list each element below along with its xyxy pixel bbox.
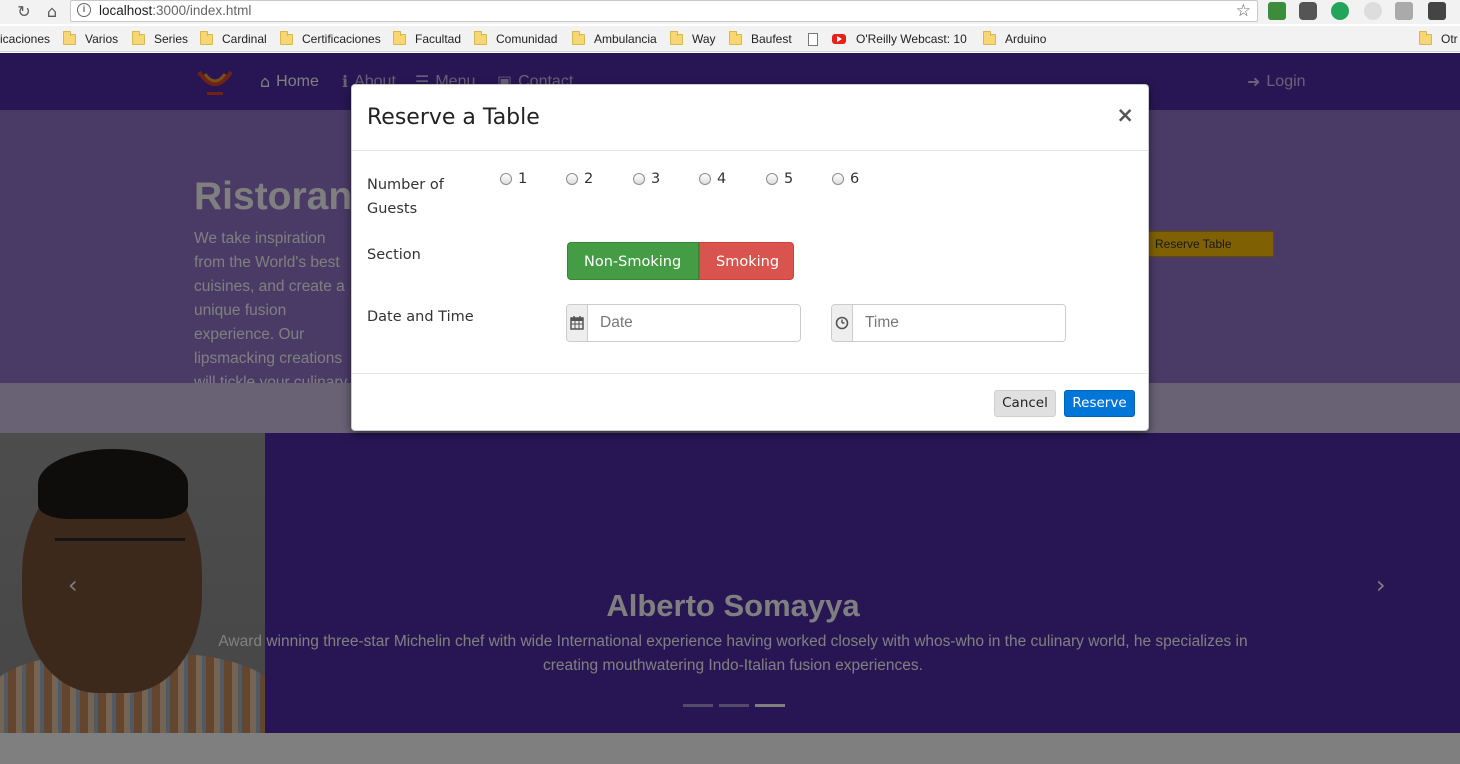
url-host: localhost xyxy=(99,3,153,18)
bookmark-item[interactable]: Otr xyxy=(1419,30,1458,47)
bookmark-label: Facultad xyxy=(415,32,462,46)
browser-toolbar: ↻ ⌂ i localhost:3000/index.html ☆ xyxy=(0,0,1460,24)
bookmark-label: icaciones xyxy=(0,32,51,46)
bookmark-item[interactable]: Facultad xyxy=(393,30,462,47)
reserve-button[interactable]: Reserve xyxy=(1064,390,1135,417)
guest-radio-4[interactable]: 4 xyxy=(699,171,726,187)
guest-radio-3[interactable]: 3 xyxy=(633,171,660,187)
bookmark-item[interactable]: Comunidad xyxy=(474,30,558,47)
calendar-icon xyxy=(567,305,588,341)
folder-icon xyxy=(1419,30,1432,45)
cancel-button[interactable]: Cancel xyxy=(994,390,1056,417)
radio-icon xyxy=(500,173,512,185)
time-input[interactable] xyxy=(853,305,1065,341)
folder-icon xyxy=(729,30,742,45)
guest-radio-2[interactable]: 2 xyxy=(566,171,593,187)
folder-icon xyxy=(280,30,293,45)
radio-label: 1 xyxy=(518,171,528,187)
bookmark-label: Arduino xyxy=(1005,32,1047,46)
guest-radio-1[interactable]: 1 xyxy=(500,171,527,187)
extension-pocket-icon[interactable] xyxy=(1299,2,1317,20)
address-url[interactable]: localhost:3000/index.html xyxy=(99,3,251,18)
extension-dropbox-icon[interactable] xyxy=(1395,2,1413,20)
folder-icon xyxy=(572,30,585,45)
reserve-table-modal: Reserve a Table × Number of Guests 1 2 3… xyxy=(351,84,1149,431)
bookmark-label: Series xyxy=(154,32,189,46)
extension-gray-icon[interactable] xyxy=(1364,2,1382,20)
bookmark-item[interactable]: icaciones xyxy=(0,31,50,47)
radio-label: 5 xyxy=(784,171,794,187)
section-label: Section xyxy=(367,247,421,263)
bookmark-label: Ambulancia xyxy=(594,32,657,46)
reload-icon[interactable]: ↻ xyxy=(14,1,34,21)
close-icon[interactable]: × xyxy=(1116,103,1134,127)
radio-icon xyxy=(832,173,844,185)
folder-icon xyxy=(200,30,213,45)
bookmarks-bar: icaciones Varios Series Cardinal Certifi… xyxy=(0,26,1460,52)
bookmark-label: Baufest xyxy=(751,32,792,46)
bookmark-label: Way xyxy=(692,32,716,46)
guests-label: Number of Guests xyxy=(367,177,444,217)
smoking-button[interactable]: Smoking xyxy=(699,242,794,280)
radio-icon xyxy=(766,173,778,185)
bookmark-item[interactable]: Ambulancia xyxy=(572,30,657,47)
extension-keep-icon[interactable] xyxy=(1428,2,1446,20)
bookmark-item[interactable]: Cardinal xyxy=(200,30,267,47)
radio-label: 4 xyxy=(717,171,727,187)
folder-icon xyxy=(983,30,996,45)
radio-icon xyxy=(633,173,645,185)
bookmark-item[interactable]: Baufest xyxy=(729,30,792,47)
guest-radio-6[interactable]: 6 xyxy=(832,171,859,187)
folder-icon xyxy=(393,30,406,45)
radio-label: 3 xyxy=(651,171,661,187)
bookmark-item[interactable]: Series xyxy=(132,30,189,47)
modal-footer: Cancel Reserve xyxy=(352,373,1148,430)
folder-icon xyxy=(670,30,683,45)
date-input[interactable] xyxy=(588,305,800,341)
modal-header: Reserve a Table × xyxy=(352,85,1148,151)
extension-green-circle-icon[interactable] xyxy=(1331,2,1349,20)
radio-label: 6 xyxy=(850,171,860,187)
info-icon[interactable]: i xyxy=(77,3,91,17)
datetime-label: Date and Time xyxy=(367,309,474,325)
bookmark-label: O'Reilly Webcast: 10 xyxy=(856,32,967,46)
folder-icon xyxy=(474,30,487,45)
bookmark-item[interactable]: Arduino xyxy=(983,30,1047,47)
bookmark-label: Varios xyxy=(85,32,119,46)
address-bar[interactable]: i localhost:3000/index.html ☆ xyxy=(70,0,1258,22)
guest-radio-5[interactable]: 5 xyxy=(766,171,793,187)
bookmark-item[interactable]: Way xyxy=(670,30,716,47)
bookmark-label: Otr xyxy=(1441,32,1458,46)
page-icon xyxy=(808,32,818,46)
radio-label: 2 xyxy=(584,171,594,187)
extension-evernote-icon[interactable] xyxy=(1268,2,1286,20)
bookmark-item[interactable]: O'Reilly Webcast: 10 xyxy=(832,31,970,47)
youtube-icon xyxy=(832,34,846,44)
bookmark-item[interactable] xyxy=(808,31,830,47)
url-path: :3000/index.html xyxy=(152,3,252,18)
home-icon[interactable]: ⌂ xyxy=(42,1,62,21)
radio-icon xyxy=(699,173,711,185)
web-page: ⌂Home ℹAbout ☰Menu ▣Contact ➜Login Risto… xyxy=(0,53,1460,764)
modal-title: Reserve a Table xyxy=(367,105,540,130)
date-input-group xyxy=(566,304,801,342)
non-smoking-button[interactable]: Non-Smoking xyxy=(567,242,699,280)
folder-icon xyxy=(132,30,145,45)
bookmark-item[interactable]: Certificaciones xyxy=(280,30,381,47)
bookmark-label: Cardinal xyxy=(222,32,267,46)
bookmark-star-icon[interactable]: ☆ xyxy=(1236,1,1251,21)
radio-icon xyxy=(566,173,578,185)
bookmark-item[interactable]: Varios xyxy=(63,30,119,47)
bookmark-label: Certificaciones xyxy=(302,32,381,46)
bookmark-label: Comunidad xyxy=(496,32,558,46)
clock-icon xyxy=(832,305,853,341)
time-input-group xyxy=(831,304,1066,342)
folder-icon xyxy=(63,30,76,45)
